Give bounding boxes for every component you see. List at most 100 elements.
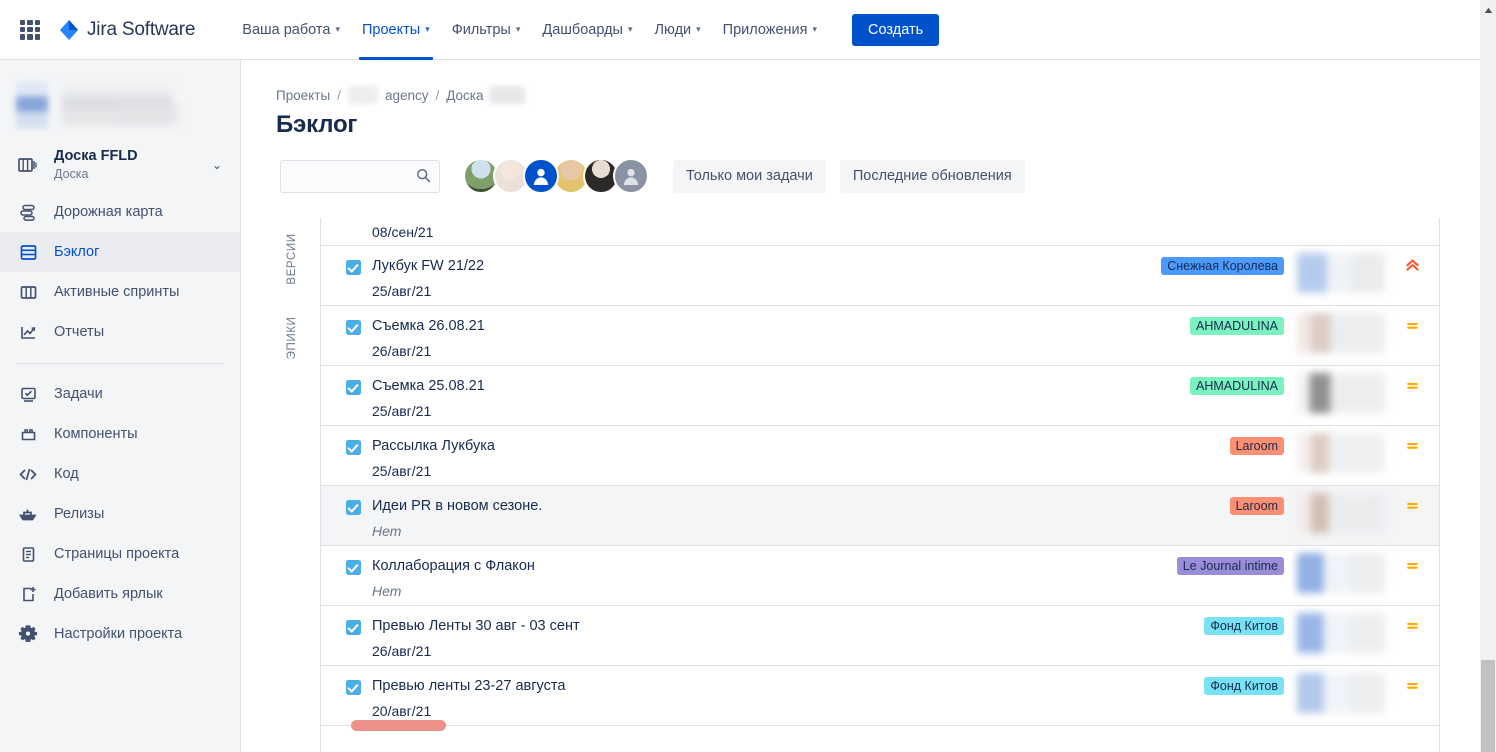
assignee-avatar-group xyxy=(463,158,649,194)
table-row[interactable]: Коллаборация с Флакон Нет Le Journal int… xyxy=(321,546,1439,606)
sidebar-item-project-pages[interactable]: Страницы проекта xyxy=(0,534,240,574)
row-status-redacted xyxy=(1297,433,1385,473)
row-meta: Laroom xyxy=(1229,426,1439,485)
issue-type-checkbox[interactable] xyxy=(346,620,361,635)
priority-medium-icon[interactable] xyxy=(1385,558,1439,573)
breadcrumb-projects[interactable]: Проекты xyxy=(276,88,330,103)
sidebar-item-issues[interactable]: Задачи xyxy=(0,374,240,414)
priority-medium-icon[interactable] xyxy=(1385,678,1439,693)
side-rail-labels: ВЕРСИИ ЭПИКИ xyxy=(277,218,303,752)
priority-highest-icon[interactable] xyxy=(1385,258,1439,273)
issue-type-checkbox[interactable] xyxy=(346,320,361,335)
issue-type-checkbox[interactable] xyxy=(346,500,361,515)
row-meta: AHMADULINA xyxy=(1190,306,1439,365)
scrollbar-thumb[interactable] xyxy=(1481,660,1495,752)
reports-icon xyxy=(16,320,40,344)
sidebar-item-roadmap[interactable]: Дорожная карта xyxy=(0,192,240,232)
create-button[interactable]: Создать xyxy=(852,13,940,46)
table-row[interactable]: Съемка 26.08.21 26/авг/21 AHMADULINA xyxy=(321,306,1439,366)
only-my-issues-button[interactable]: Только мои задачи xyxy=(673,159,826,193)
recent-updates-button[interactable]: Последние обновления xyxy=(839,159,1025,193)
avatar-selected[interactable] xyxy=(523,158,559,194)
epic-tag[interactable]: Снежная Королева xyxy=(1161,257,1284,275)
epic-tag[interactable]: Laroom xyxy=(1229,497,1284,515)
table-row[interactable]: Лукбук FW 21/22 25/авг/21 Снежная Короле… xyxy=(321,246,1439,306)
sidebar-item-components[interactable]: Компоненты xyxy=(0,414,240,454)
epic-tag[interactable]: Фонд Китов xyxy=(1204,677,1284,695)
table-row[interactable]: Идеи PR в новом сезоне. Нет Laroom xyxy=(321,486,1439,546)
sidebar-item-label: Активные спринты xyxy=(54,284,180,300)
row-status-redacted xyxy=(1297,553,1385,593)
nav-item-your-work[interactable]: Ваша работа ▾ xyxy=(231,0,351,60)
epic-tag[interactable]: Фонд Китов xyxy=(1204,617,1284,635)
sidebar-item-board[interactable]: Доска FFLD Доска ⌄ xyxy=(0,138,240,192)
sidebar-item-releases[interactable]: Релизы xyxy=(0,494,240,534)
row-status-redacted xyxy=(1297,493,1385,533)
drag-placeholder-indicator[interactable] xyxy=(351,720,446,731)
nav-item-filters[interactable]: Фильтры ▾ xyxy=(441,0,532,60)
issue-type-checkbox[interactable] xyxy=(346,380,361,395)
chevron-down-icon: ▾ xyxy=(515,24,521,34)
row-meta: Снежная Королева xyxy=(1161,246,1439,305)
rail-label-versions[interactable]: ВЕРСИИ xyxy=(286,220,298,298)
priority-medium-icon[interactable] xyxy=(1385,438,1439,453)
board-title: Доска FFLD xyxy=(54,148,138,164)
person-icon xyxy=(615,160,647,192)
jira-brand-logo[interactable]: Jira Software xyxy=(58,19,195,41)
sidebar-item-label: Компоненты xyxy=(54,426,138,442)
sidebar-item-reports[interactable]: Отчеты xyxy=(0,312,240,352)
epic-tag[interactable]: Laroom xyxy=(1229,437,1284,455)
sidebar-item-backlog[interactable]: Бэклог xyxy=(0,232,240,272)
avatar-more[interactable] xyxy=(613,158,649,194)
sidebar-item-add-shortcut[interactable]: Добавить ярлык xyxy=(0,574,240,614)
nav-item-people[interactable]: Люди ▾ xyxy=(644,0,712,60)
table-row[interactable]: Превью Ленты 30 авг - 03 сент 26/авг/21 … xyxy=(321,606,1439,666)
page-scrollbar[interactable] xyxy=(1480,0,1496,752)
scroll-up-arrow-icon[interactable] xyxy=(1480,3,1496,17)
priority-medium-icon[interactable] xyxy=(1385,498,1439,513)
issue-type-checkbox[interactable] xyxy=(346,680,361,695)
rail-label-epics[interactable]: ЭПИКИ xyxy=(286,299,298,377)
epic-tag[interactable]: Le Journal intime xyxy=(1176,557,1284,575)
epic-tag[interactable]: AHMADULINA xyxy=(1190,377,1284,395)
search-box xyxy=(280,159,440,193)
sidebar-item-code[interactable]: Код xyxy=(0,454,240,494)
breadcrumb-agency[interactable]: agency xyxy=(385,88,429,103)
issue-type-checkbox[interactable] xyxy=(346,560,361,575)
row-date: Нет xyxy=(372,583,402,599)
chevron-down-icon[interactable]: ⌄ xyxy=(212,158,222,172)
sidebar-item-label: Задачи xyxy=(54,386,103,402)
epic-tag[interactable]: AHMADULINA xyxy=(1190,317,1284,335)
project-avatar-redacted xyxy=(16,82,48,128)
issue-type-checkbox[interactable] xyxy=(346,260,361,275)
chevron-down-icon: ▾ xyxy=(425,24,430,34)
issue-type-checkbox[interactable] xyxy=(346,440,361,455)
search-input[interactable] xyxy=(280,159,440,193)
row-title: Превью Ленты 30 авг - 03 сент xyxy=(372,618,580,634)
sidebar-item-project-settings[interactable]: Настройки проекта xyxy=(0,614,240,654)
project-header[interactable] xyxy=(0,60,240,138)
issues-icon xyxy=(16,382,40,406)
nav-item-projects[interactable]: Проекты ▾ xyxy=(351,0,441,60)
priority-medium-icon[interactable] xyxy=(1385,618,1439,633)
table-row[interactable]: Рассылка Лукбука 25/авг/21 Laroom xyxy=(321,426,1439,486)
priority-medium-icon[interactable] xyxy=(1385,318,1439,333)
sidebar-item-active-sprints[interactable]: Активные спринты xyxy=(0,272,240,312)
priority-medium-icon[interactable] xyxy=(1385,378,1439,393)
nav-item-apps[interactable]: Приложения ▾ xyxy=(712,0,828,60)
board-subtitle: Доска xyxy=(54,167,89,181)
breadcrumb-board[interactable]: Доска xyxy=(446,88,483,103)
sidebar-item-label: Настройки проекта xyxy=(54,626,183,642)
pages-icon xyxy=(16,542,40,566)
table-row[interactable]: Превью ленты 23-27 августа 20/авг/21 Фон… xyxy=(321,666,1439,731)
row-status-redacted xyxy=(1297,673,1385,713)
table-row-partial[interactable]: 08/сен/21 xyxy=(321,218,1439,246)
chevron-down-icon: ▾ xyxy=(627,24,633,34)
row-status-redacted xyxy=(1297,373,1385,413)
sidebar-item-label: Страницы проекта xyxy=(54,546,180,562)
nav-item-label: Люди xyxy=(654,21,692,38)
table-row[interactable]: Съемка 25.08.21 25/авг/21 AHMADULINA xyxy=(321,366,1439,426)
row-date: 26/авг/21 xyxy=(372,343,432,359)
nav-item-dashboards[interactable]: Дашбоарды ▾ xyxy=(531,0,643,60)
apps-grid-icon[interactable] xyxy=(18,18,42,42)
